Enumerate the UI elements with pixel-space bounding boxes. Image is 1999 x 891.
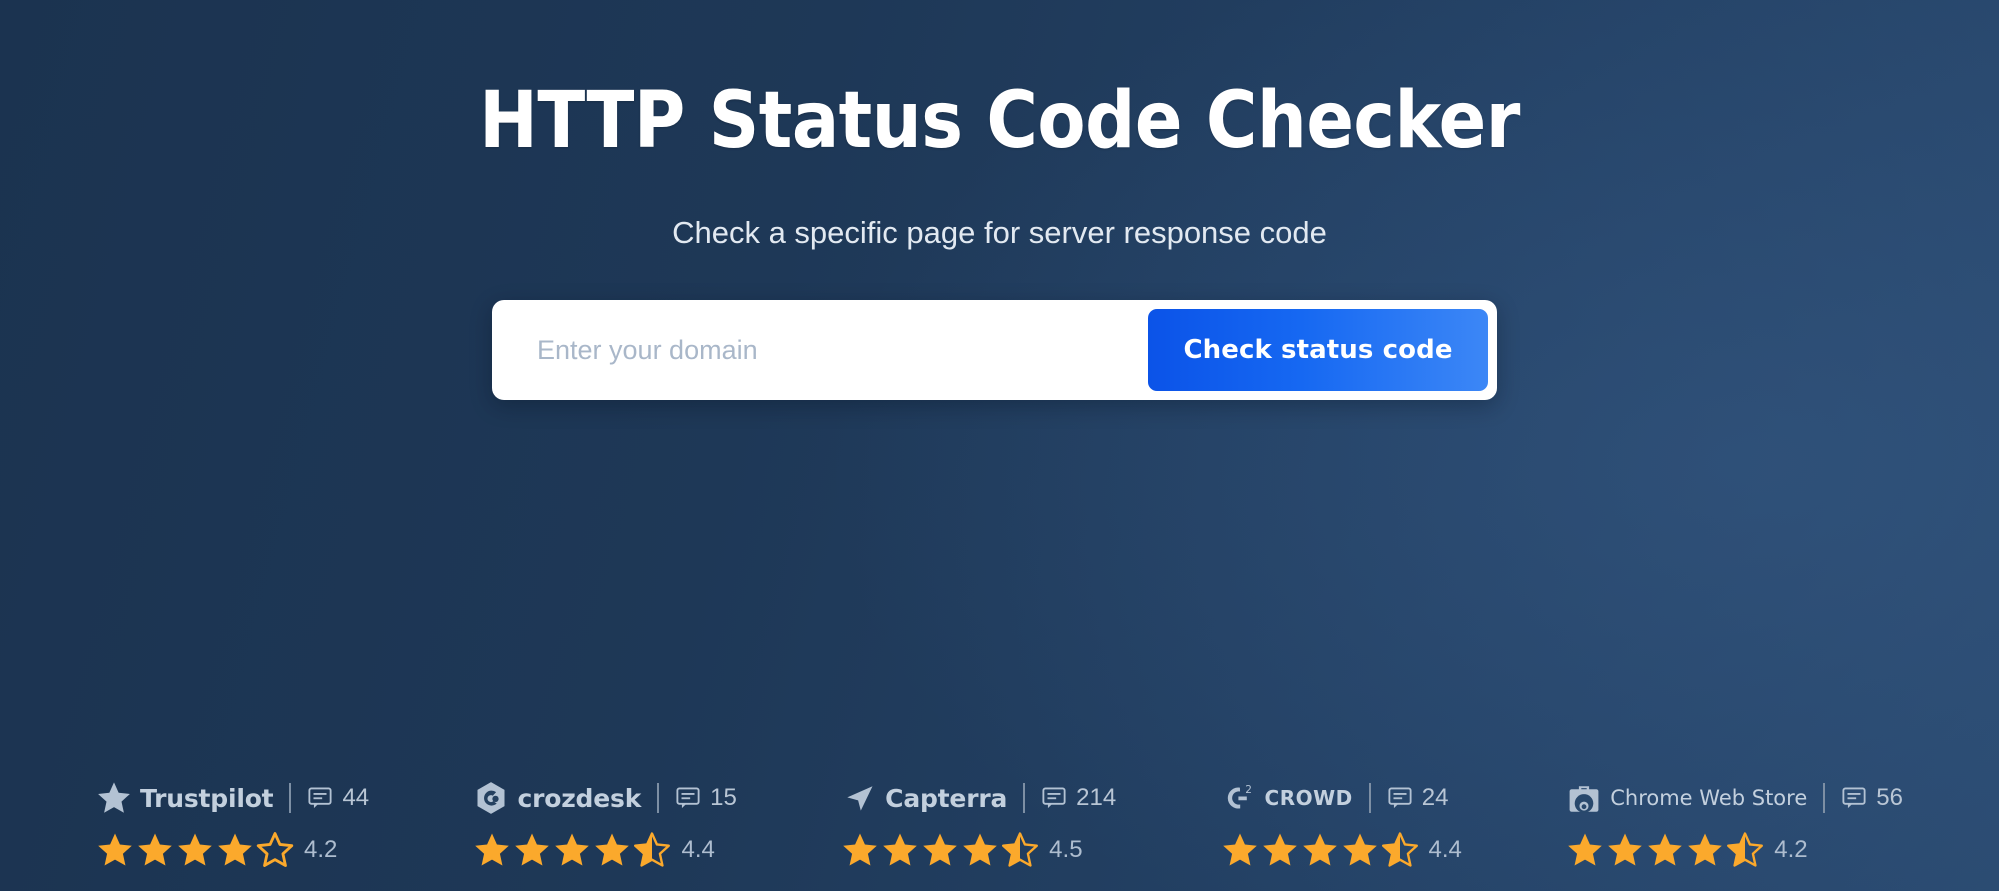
rating-value: 4.4 xyxy=(681,836,715,863)
star-half-icon xyxy=(1002,832,1039,867)
star-filled-icon xyxy=(1342,833,1377,866)
badge-header: Trustpilot 44 xyxy=(96,780,369,816)
star-rating: 4.2 xyxy=(96,831,337,869)
brand-name: Trustpilot xyxy=(140,783,274,813)
check-status-code-button[interactable]: Check status code xyxy=(1148,309,1488,391)
review-count-group: 44 xyxy=(307,784,369,812)
review-count: 15 xyxy=(710,784,737,811)
star-filled-icon xyxy=(178,833,212,866)
trustpilot-star-icon xyxy=(98,782,130,813)
crozdesk-hexagon-icon xyxy=(477,782,505,814)
star-filled-icon xyxy=(963,833,997,866)
review-count: 24 xyxy=(1421,784,1449,811)
review-badges: Trustpilot 44 4.2 crozdesk 15 4.4 Capter… xyxy=(0,780,1999,869)
page-subtitle: Check a specific page for server respons… xyxy=(672,215,1327,250)
star-filled-icon xyxy=(515,833,550,866)
rating-value: 4.4 xyxy=(1428,836,1462,863)
star-rating: 4.2 xyxy=(1566,831,1808,869)
page-root: HTTP Status Code Checker Check a specifi… xyxy=(0,0,1999,891)
star-rating: 4.5 xyxy=(841,831,1083,869)
star-filled-icon xyxy=(923,833,957,866)
star-empty-icon xyxy=(256,832,294,867)
badge-divider xyxy=(1368,783,1371,813)
star-filled-icon xyxy=(555,833,590,866)
search-input[interactable] xyxy=(492,309,1148,391)
brand-name: CROWD xyxy=(1264,786,1353,810)
star-filled-icon xyxy=(475,833,510,866)
brand-logo: Trustpilot xyxy=(96,780,274,816)
brand-logo: 2 CROWD xyxy=(1221,780,1353,816)
comment-icon xyxy=(1842,787,1866,809)
review-count: 214 xyxy=(1076,784,1117,811)
page-title: HTTP Status Code Checker xyxy=(479,76,1520,166)
brand-name: Chrome Web Store xyxy=(1610,786,1808,810)
star-filled-icon xyxy=(1302,833,1337,866)
review-badge[interactable]: Capterra 214 4.5 xyxy=(841,780,1116,869)
capterra-arrow-icon xyxy=(847,786,873,811)
brand-logo: Capterra xyxy=(841,780,1007,816)
star-filled-icon xyxy=(1688,833,1723,866)
star-filled-icon xyxy=(883,833,917,866)
badge-divider xyxy=(289,783,292,813)
rating-value: 4.5 xyxy=(1049,836,1083,863)
review-count-group: 214 xyxy=(1041,784,1116,812)
star-filled-icon xyxy=(218,833,252,866)
chrome-web-store-bag-icon xyxy=(1569,786,1599,813)
star-filled-icon xyxy=(1262,833,1297,866)
rating-value: 4.2 xyxy=(304,836,338,863)
badge-divider xyxy=(1823,783,1826,813)
svg-text:2: 2 xyxy=(1245,784,1252,796)
brand-name: crozdesk xyxy=(517,783,642,813)
badge-header: Capterra 214 xyxy=(841,780,1116,816)
comment-icon xyxy=(1042,787,1066,809)
review-badge[interactable]: Trustpilot 44 4.2 xyxy=(96,780,369,869)
review-badge[interactable]: 2 CROWD 24 4.4 xyxy=(1221,780,1462,869)
badge-header: Chrome Web Store 56 xyxy=(1566,780,1903,816)
review-badge[interactable]: crozdesk 15 4.4 xyxy=(473,780,737,869)
g2-crowd-icon: 2 xyxy=(1227,784,1252,809)
review-count-group: 24 xyxy=(1387,784,1449,812)
comment-icon xyxy=(1388,787,1412,809)
review-badge[interactable]: Chrome Web Store 56 4.2 xyxy=(1566,780,1903,869)
star-filled-icon xyxy=(1648,833,1683,866)
rating-value: 4.2 xyxy=(1774,836,1808,863)
star-half-icon xyxy=(1727,832,1764,867)
badge-header: 2 CROWD 24 xyxy=(1221,780,1449,816)
brand-name: Capterra xyxy=(885,783,1008,813)
star-rating: 4.4 xyxy=(473,831,715,869)
star-filled-icon xyxy=(1568,833,1603,866)
star-filled-icon xyxy=(1222,833,1257,866)
star-half-icon xyxy=(1381,832,1418,867)
comment-icon xyxy=(308,787,332,809)
star-half-icon xyxy=(634,832,671,867)
review-count: 44 xyxy=(342,784,370,811)
review-count: 56 xyxy=(1876,784,1903,811)
badge-divider xyxy=(657,783,660,813)
badge-header: crozdesk 15 xyxy=(473,780,737,816)
star-filled-icon xyxy=(1608,833,1643,866)
star-filled-icon xyxy=(138,833,172,866)
star-filled-icon xyxy=(843,833,877,866)
badge-divider xyxy=(1023,783,1026,813)
comment-icon xyxy=(676,787,700,809)
star-filled-icon xyxy=(595,833,630,866)
review-count-group: 15 xyxy=(675,784,737,812)
star-filled-icon xyxy=(98,833,132,866)
review-count-group: 56 xyxy=(1841,784,1903,812)
star-rating: 4.4 xyxy=(1221,831,1462,869)
domain-search-card: Check status code xyxy=(492,300,1497,400)
brand-logo: Chrome Web Store xyxy=(1566,780,1807,816)
brand-logo: crozdesk xyxy=(473,780,641,816)
